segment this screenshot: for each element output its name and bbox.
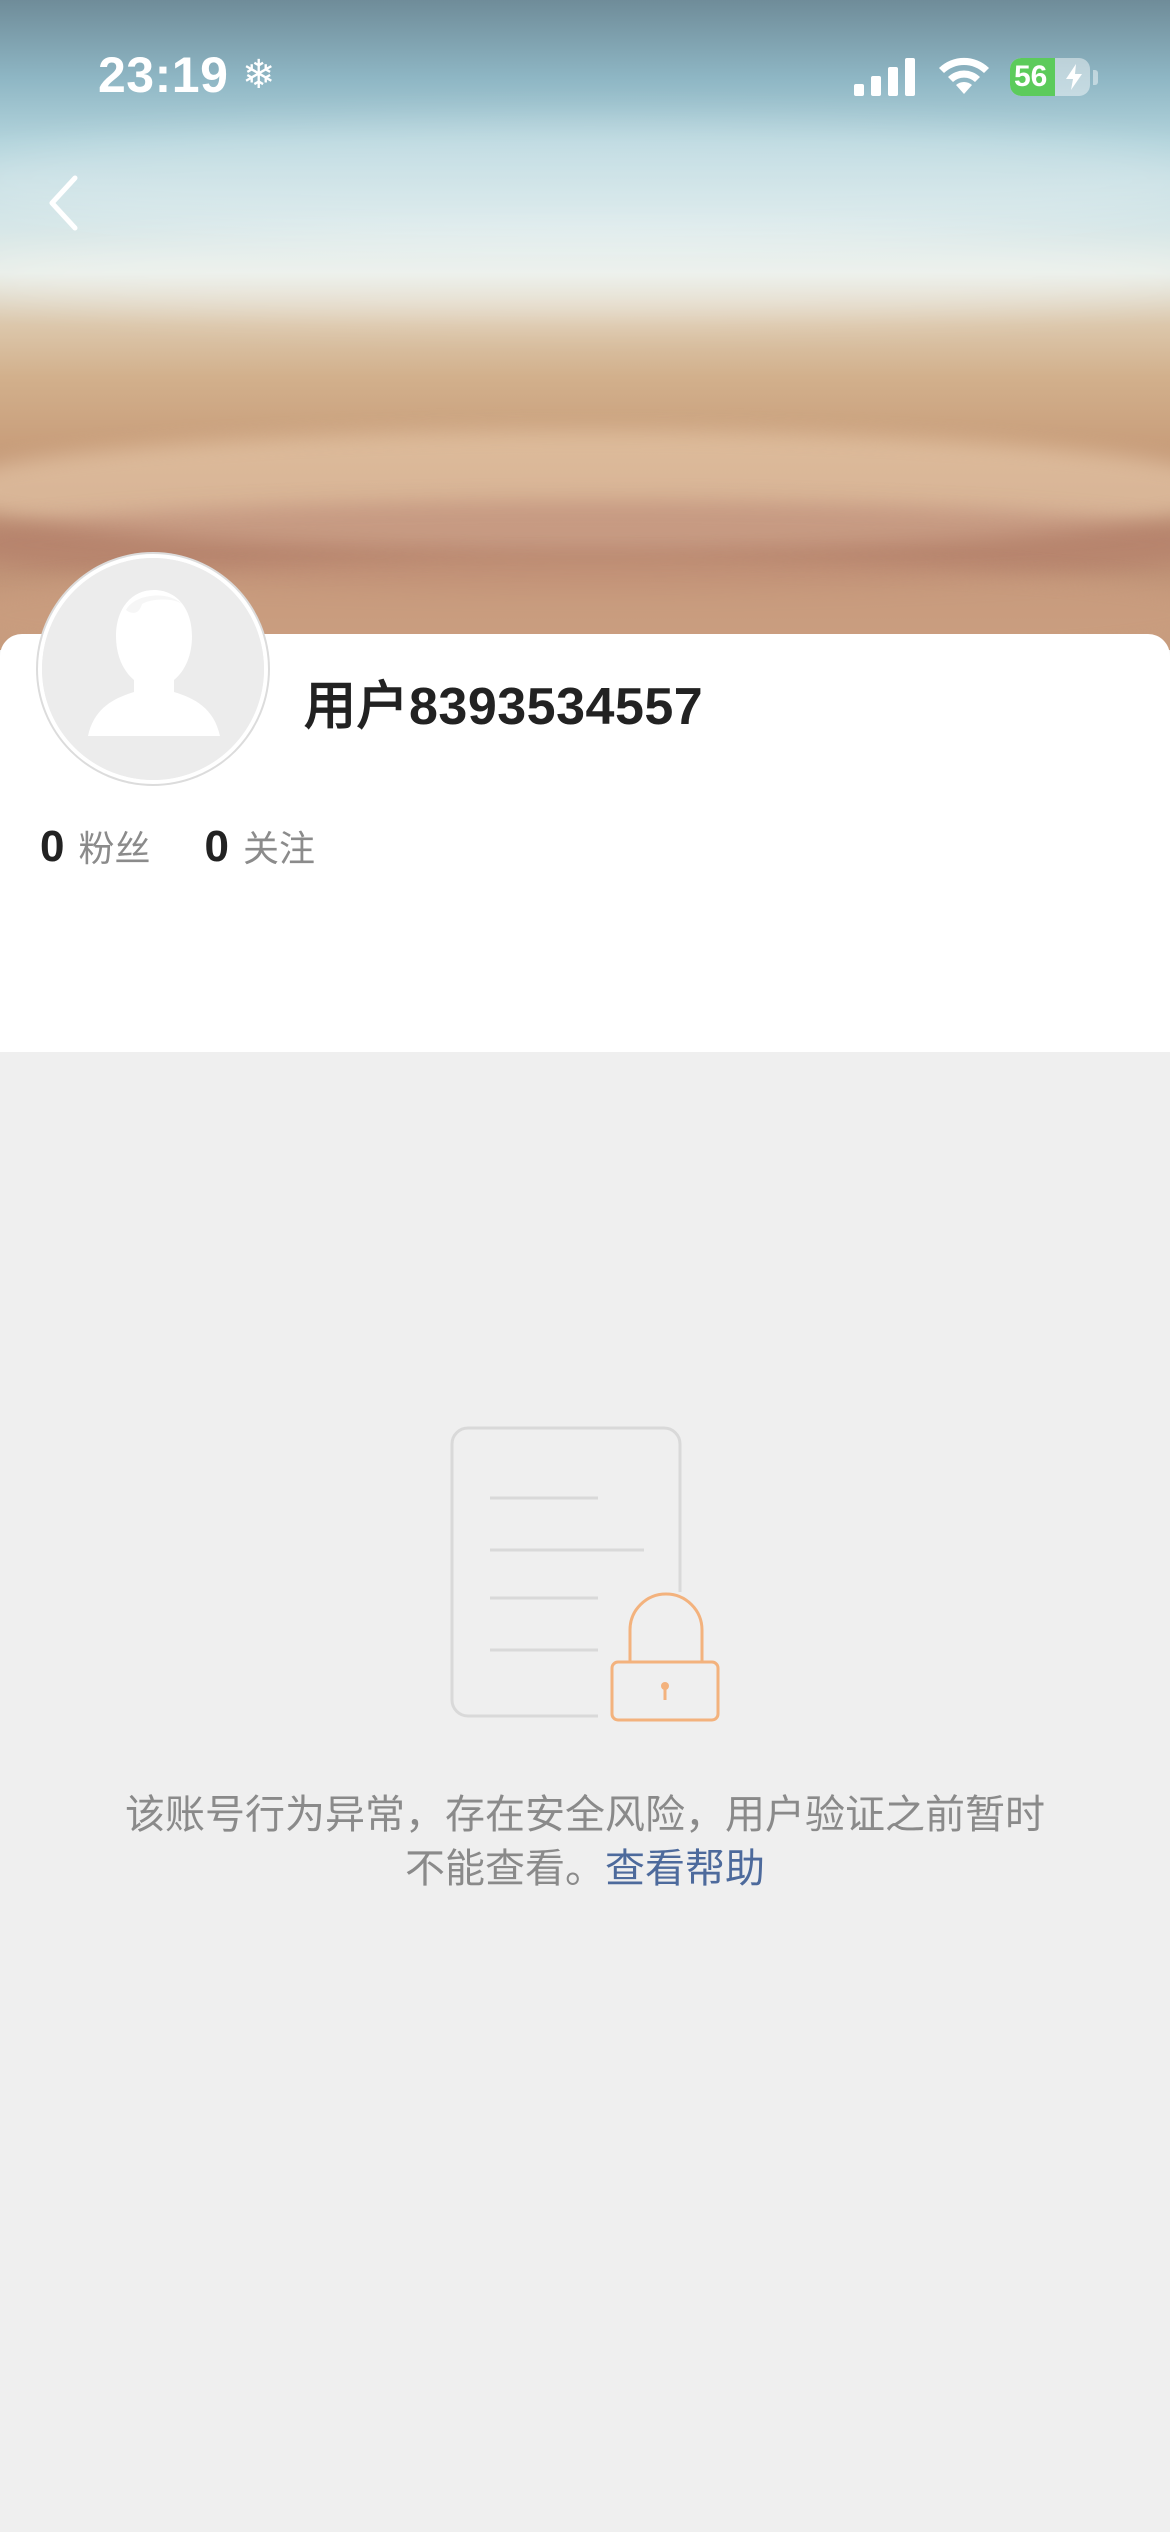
locked-message-text: 该账号行为异常，存在安全风险，用户验证之前暂时不能查看。 [125, 1792, 1045, 1892]
status-bar: 23:19 ❄ 56 [0, 0, 1170, 150]
status-time: 23:19 [98, 47, 229, 103]
snowflake-icon: ❄ [242, 52, 276, 98]
charging-bolt-icon [1066, 64, 1082, 90]
default-avatar-icon [42, 558, 264, 780]
avatar[interactable] [38, 554, 268, 784]
battery-cap [1093, 70, 1098, 85]
back-button[interactable] [28, 168, 98, 238]
chevron-left-icon [49, 175, 78, 231]
following-stat[interactable]: 0 关注 [205, 820, 316, 872]
cellular-signal-icon [854, 58, 915, 96]
locked-document-icon [450, 1426, 724, 1722]
following-count: 0 [204, 822, 229, 871]
following-label: 关注 [242, 829, 315, 870]
followers-count: 0 [40, 822, 65, 871]
username: 用户8393534557 [304, 678, 704, 736]
profile-stats: 0 粉丝 0 关注 [40, 820, 369, 872]
view-help-link[interactable]: 查看帮助 [605, 1846, 765, 1892]
wifi-icon [939, 57, 989, 94]
locked-account-message: 该账号行为异常，存在安全风险，用户验证之前暂时不能查看。查看帮助 [110, 1788, 1060, 1896]
followers-label: 粉丝 [78, 829, 151, 870]
battery-icon: 56 [1010, 58, 1090, 96]
followers-stat[interactable]: 0 粉丝 [40, 820, 151, 872]
